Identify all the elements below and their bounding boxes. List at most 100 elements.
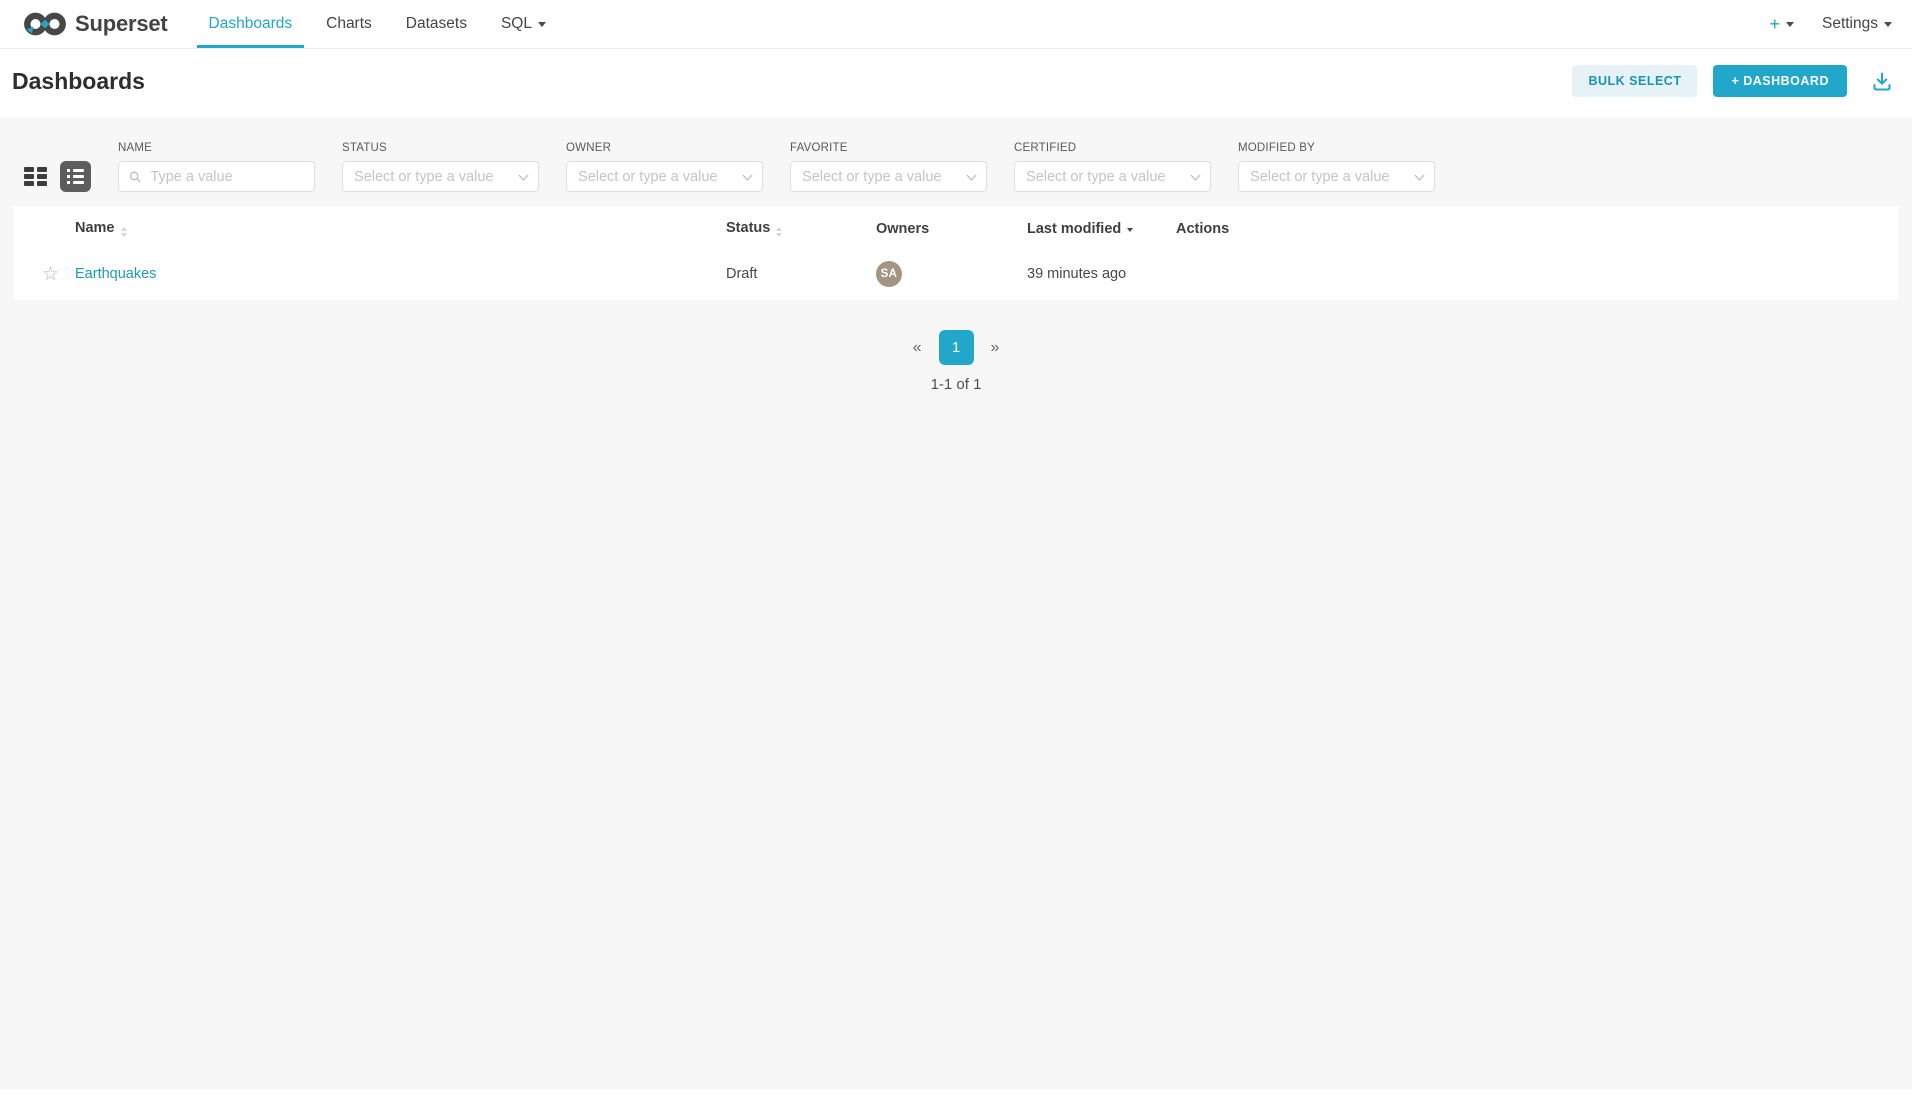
- certified-filter-select[interactable]: Select or type a value: [1014, 161, 1211, 192]
- chevron-down-icon: [743, 170, 753, 180]
- download-icon: [1871, 71, 1893, 92]
- grid-view-icon: [24, 167, 34, 172]
- favorite-column-header: [14, 206, 69, 250]
- view-mode-toggles: [20, 142, 91, 192]
- chevron-down-icon: [519, 170, 529, 180]
- select-placeholder: Select or type a value: [1250, 169, 1389, 185]
- filter-label: OWNER: [566, 142, 763, 154]
- grid-view-icon: [24, 181, 34, 186]
- nav-tab-label: SQL: [501, 15, 532, 33]
- nav-right-section: + Settings: [1769, 0, 1912, 48]
- row-actions-cell: [1170, 250, 1898, 300]
- nav-tab-datasets[interactable]: Datasets: [394, 0, 479, 48]
- plus-icon: +: [1769, 14, 1780, 35]
- card-view-toggle[interactable]: [20, 161, 50, 192]
- owner-avatar[interactable]: SA: [876, 261, 902, 287]
- settings-label: Settings: [1822, 15, 1878, 33]
- favorite-star-icon[interactable]: ☆: [20, 264, 59, 285]
- select-placeholder: Select or type a value: [578, 169, 717, 185]
- sort-icon: [121, 227, 127, 237]
- filter-group-name: NAME: [118, 142, 315, 192]
- dashboard-name-link[interactable]: Earthquakes: [75, 266, 156, 282]
- bulk-select-button[interactable]: BULK SELECT: [1572, 65, 1697, 97]
- list-view-icon: [67, 181, 84, 184]
- nav-tab-label: Datasets: [406, 15, 467, 33]
- last-modified-value: 39 minutes ago: [1027, 266, 1126, 282]
- search-icon: [129, 170, 141, 184]
- select-placeholder: Select or type a value: [802, 169, 941, 185]
- table-row: ☆ Earthquakes Draft SA 39 minutes ago: [14, 250, 1898, 300]
- nav-tab-label: Charts: [326, 15, 372, 33]
- filter-group-favorite: FAVORITE Select or type a value: [790, 142, 987, 192]
- column-label: Name: [75, 220, 115, 236]
- caret-down-icon: [1884, 22, 1892, 27]
- select-placeholder: Select or type a value: [1026, 169, 1165, 185]
- select-placeholder: Select or type a value: [354, 169, 493, 185]
- nav-tab-dashboards[interactable]: Dashboards: [197, 0, 305, 48]
- nav-tab-label: Dashboards: [209, 15, 293, 33]
- superset-infinity-icon: [24, 9, 66, 39]
- sort-desc-icon: [1127, 228, 1133, 232]
- filter-group-modified-by: MODIFIED BY Select or type a value: [1238, 142, 1435, 192]
- brand-name: Superset: [75, 11, 168, 37]
- favorite-filter-select[interactable]: Select or type a value: [790, 161, 987, 192]
- name-filter-field[interactable]: [118, 161, 315, 192]
- nav-tab-sql[interactable]: SQL: [489, 0, 558, 48]
- settings-menu-button[interactable]: Settings: [1822, 15, 1892, 33]
- top-navbar: Superset Dashboards Charts Datasets SQL …: [0, 0, 1912, 49]
- footer-strip: [0, 1090, 1912, 1108]
- list-view-icon: [67, 175, 84, 178]
- column-label: Status: [726, 220, 770, 236]
- owner-filter-select[interactable]: Select or type a value: [566, 161, 763, 192]
- status-value: Draft: [726, 266, 757, 282]
- grid-view-icon: [37, 181, 47, 186]
- grid-view-icon: [37, 167, 47, 172]
- grid-view-icon: [37, 174, 47, 179]
- pagination: « 1 »: [0, 330, 1912, 365]
- column-label: Actions: [1176, 221, 1229, 237]
- chevron-down-icon: [1191, 170, 1201, 180]
- owners-column-header: Owners: [870, 206, 1021, 250]
- filter-label: STATUS: [342, 142, 539, 154]
- chevron-down-icon: [967, 170, 977, 180]
- list-view-icon: [67, 169, 84, 172]
- filter-bar: NAME STATUS Select or type a value OWNER…: [0, 117, 1912, 206]
- name-column-header[interactable]: Name: [69, 206, 720, 250]
- page-1-button[interactable]: 1: [939, 330, 974, 365]
- superset-logo[interactable]: Superset: [24, 0, 168, 48]
- caret-down-icon: [1786, 22, 1794, 27]
- export-dashboards-button[interactable]: [1867, 69, 1897, 94]
- main-nav: Dashboards Charts Datasets SQL: [192, 0, 563, 48]
- chevron-down-icon: [1415, 170, 1425, 180]
- sort-icon: [776, 227, 782, 237]
- list-view-toggle-active[interactable]: [60, 161, 91, 192]
- nav-tab-charts[interactable]: Charts: [314, 0, 384, 48]
- previous-page-button[interactable]: «: [905, 335, 930, 361]
- filter-group-owner: OWNER Select or type a value: [566, 142, 763, 192]
- new-item-menu-button[interactable]: +: [1769, 14, 1794, 35]
- table-header-row: Name Status Owners Last modified Actions: [14, 206, 1898, 250]
- status-column-header[interactable]: Status: [720, 206, 870, 250]
- modified-by-filter-select[interactable]: Select or type a value: [1238, 161, 1435, 192]
- actions-column-header: Actions: [1170, 206, 1898, 250]
- filter-group-certified: CERTIFIED Select or type a value: [1014, 142, 1211, 192]
- filter-group-status: STATUS Select or type a value: [342, 142, 539, 192]
- column-label: Last modified: [1027, 221, 1121, 237]
- column-label: Owners: [876, 221, 929, 237]
- caret-down-icon: [538, 22, 546, 27]
- grid-view-icon: [24, 174, 34, 179]
- filter-label: CERTIFIED: [1014, 142, 1211, 154]
- filter-label: MODIFIED BY: [1238, 142, 1435, 154]
- next-page-button[interactable]: »: [983, 335, 1008, 361]
- name-filter-input[interactable]: [148, 168, 304, 186]
- dashboards-table-card: Name Status Owners Last modified Actions…: [14, 206, 1898, 300]
- filter-label: FAVORITE: [790, 142, 987, 154]
- pagination-summary: 1-1 of 1: [0, 376, 1912, 393]
- filter-label: NAME: [118, 142, 315, 154]
- header-actions: BULK SELECT + DASHBOARD: [1572, 65, 1897, 97]
- page-title: Dashboards: [12, 68, 145, 95]
- last-modified-column-header[interactable]: Last modified: [1021, 206, 1170, 250]
- dashboards-table: Name Status Owners Last modified Actions…: [14, 206, 1898, 300]
- status-filter-select[interactable]: Select or type a value: [342, 161, 539, 192]
- add-dashboard-button[interactable]: + DASHBOARD: [1713, 65, 1847, 97]
